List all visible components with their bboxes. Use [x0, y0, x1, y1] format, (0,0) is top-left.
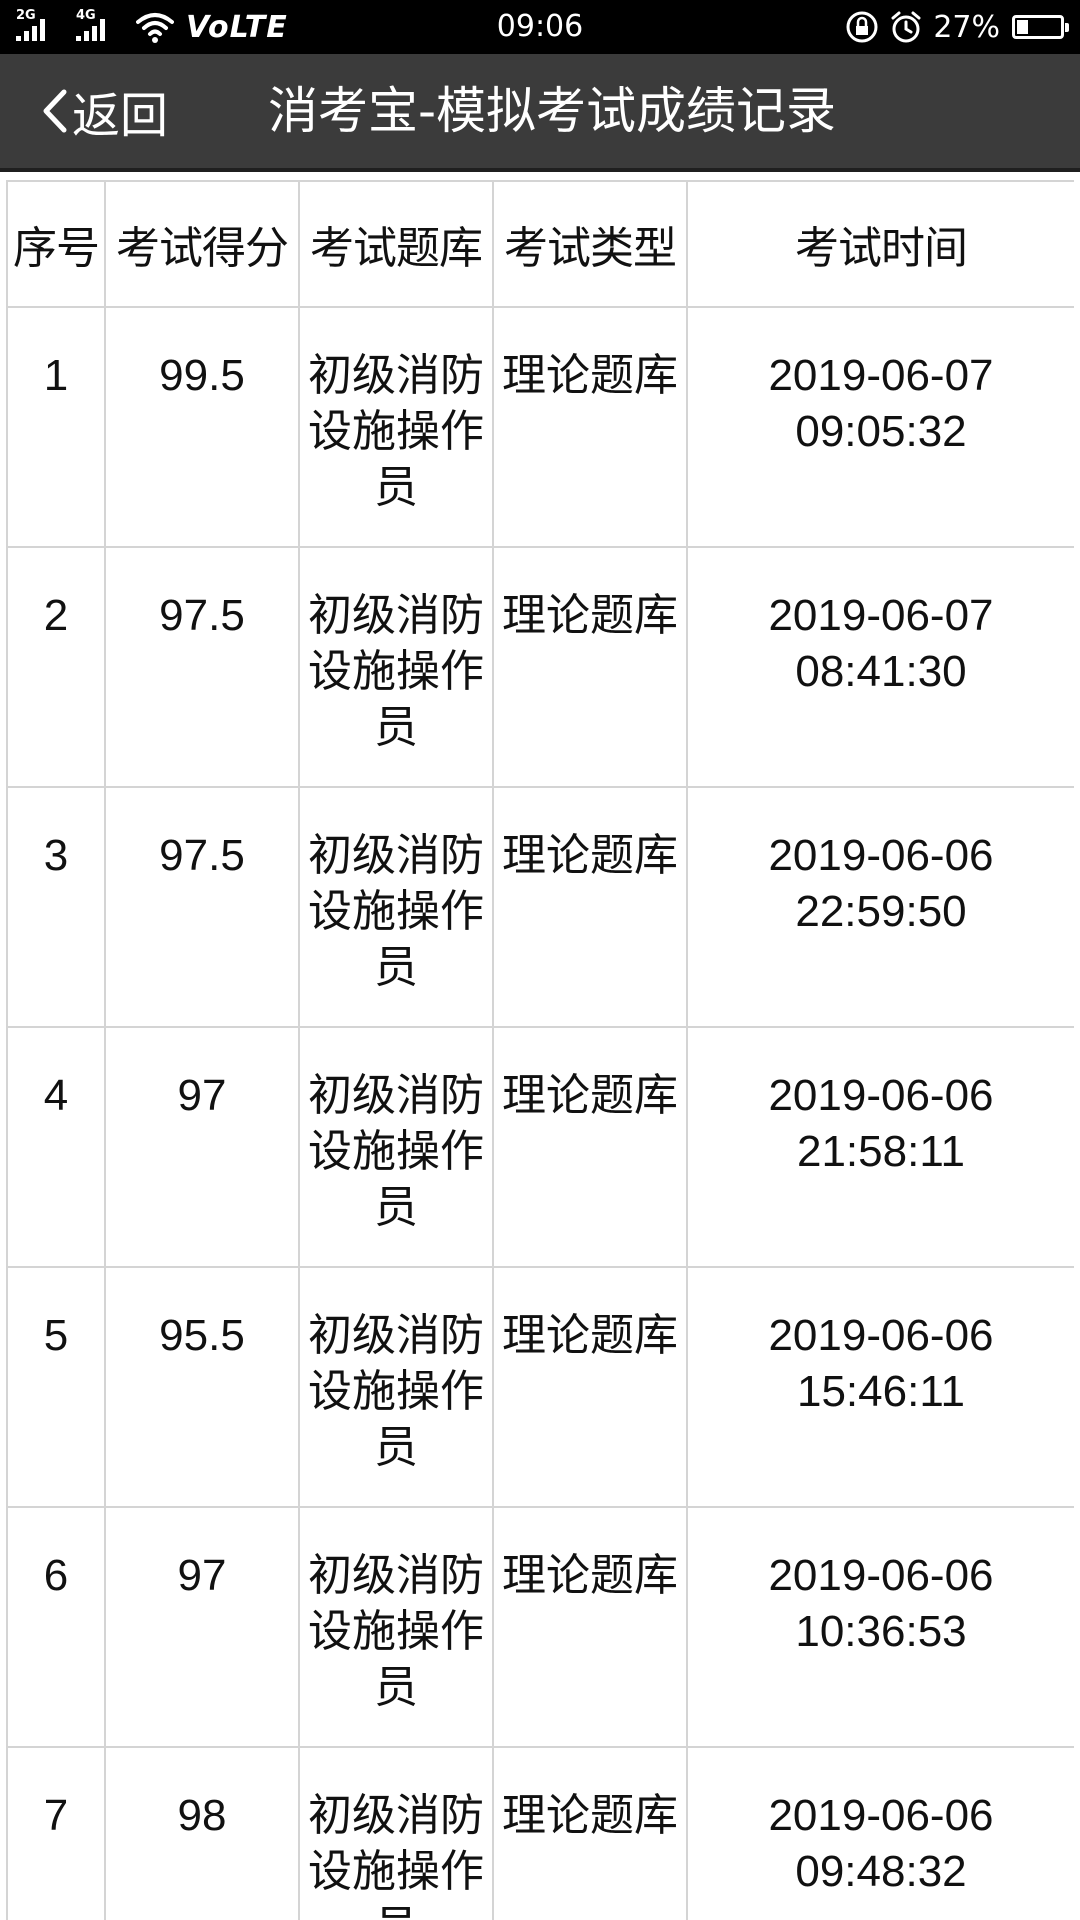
- rotation-lock-icon: [846, 11, 878, 43]
- cell-type: 理论题库: [492, 306, 688, 548]
- cell-time: 2019-06-07 08:41:30: [686, 546, 1074, 788]
- cell-time: 2019-06-06 10:36:53: [686, 1506, 1074, 1748]
- cell-bank: 初级消防设施操作员: [298, 1266, 494, 1508]
- volte-label: VoLTE: [186, 9, 288, 45]
- wifi-icon: [136, 13, 174, 43]
- cell-score: 97.5: [104, 786, 300, 1028]
- cell-score: 98: [104, 1746, 300, 1920]
- cell-time-date: 2019-06-07: [768, 591, 994, 640]
- cell-index: 3: [6, 786, 106, 1028]
- cell-score: 97: [104, 1506, 300, 1748]
- battery-percent: 27%: [933, 9, 1000, 45]
- table-header-row: 序号 考试得分 考试题库 考试类型 考试时间: [6, 180, 1074, 308]
- table-row: 3 97.5 初级消防设施操作员 理论题库 2019-06-06 22:59:50: [6, 786, 1074, 1028]
- cell-bank: 初级消防设施操作员: [298, 546, 494, 788]
- cell-bank: 初级消防设施操作员: [298, 306, 494, 548]
- cell-score: 99.5: [104, 306, 300, 548]
- cell-index: 4: [6, 1026, 106, 1268]
- cell-time-clock: 22:59:50: [795, 887, 967, 936]
- cell-time-date: 2019-06-06: [768, 831, 994, 880]
- cell-time-date: 2019-06-06: [768, 1791, 994, 1840]
- cell-time-date: 2019-06-06: [768, 1071, 994, 1120]
- cell-time-date: 2019-06-06: [768, 1551, 994, 1600]
- header-index: 序号: [6, 180, 106, 308]
- header-time: 考试时间: [686, 180, 1074, 308]
- cell-bank: 初级消防设施操作员: [298, 1506, 494, 1748]
- table-row: 4 97 初级消防设施操作员 理论题库 2019-06-06 21:58:11: [6, 1026, 1074, 1268]
- cell-index: 5: [6, 1266, 106, 1508]
- cell-time-clock: 21:58:11: [796, 1127, 965, 1176]
- cell-time-clock: 08:41:30: [795, 647, 967, 696]
- cell-score: 95.5: [104, 1266, 300, 1508]
- battery-icon: [1012, 15, 1069, 39]
- cell-time: 2019-06-06 15:46:11: [686, 1266, 1074, 1508]
- cell-bank: 初级消防设施操作员: [298, 1746, 494, 1920]
- cell-time-clock: 09:05:32: [795, 407, 967, 456]
- cell-score: 97: [104, 1026, 300, 1268]
- header-type: 考试类型: [492, 180, 688, 308]
- back-button[interactable]: 返回: [40, 54, 168, 168]
- nav-bar: 返回 消考宝-模拟考试成绩记录: [0, 54, 1080, 172]
- cell-time: 2019-06-06 09:48:32: [686, 1746, 1074, 1920]
- header-bank: 考试题库: [298, 180, 494, 308]
- table-row: 798初级消防设施操作员理论题库 2019-06-06 09:48:32: [6, 1746, 1074, 1920]
- cell-time: 2019-06-06 21:58:11: [686, 1026, 1074, 1268]
- sim2-signal-icon: 4G: [74, 7, 126, 47]
- cell-time-clock: 09:48:32: [795, 1847, 967, 1896]
- cell-type: 理论题库: [492, 1746, 688, 1920]
- score-table: 序号 考试得分 考试题库 考试类型 考试时间 1 99.5 初级消防设施操作员 理论题…: [6, 180, 1074, 1920]
- cell-score: 97.5: [104, 546, 300, 788]
- alarm-clock-icon: [891, 11, 921, 43]
- cell-time: 2019-06-06 22:59:50: [686, 786, 1074, 1028]
- cell-type: 理论题库: [492, 546, 688, 788]
- cell-index: 1: [6, 306, 106, 548]
- cell-index: 6: [6, 1506, 106, 1748]
- cell-time-clock: 10:36:53: [795, 1607, 967, 1656]
- cell-index: 2: [6, 546, 106, 788]
- status-right: 27%: [845, 0, 1069, 54]
- chevron-left-icon: [43, 89, 67, 133]
- sim1-signal-icon: 2G: [14, 7, 66, 47]
- back-label: 返回: [72, 88, 169, 144]
- cell-index: 7: [6, 1746, 106, 1920]
- cell-type: 理论题库: [492, 786, 688, 1028]
- cell-bank: 初级消防设施操作员: [298, 786, 494, 1028]
- status-bar: 2G 4G VoLTE 09:06 27%: [0, 0, 1080, 54]
- status-left: 2G 4G VoLTE: [14, 0, 288, 54]
- cell-type: 理论题库: [492, 1266, 688, 1508]
- cell-type: 理论题库: [492, 1506, 688, 1748]
- cell-time: 2019-06-07 09:05:32: [686, 306, 1074, 548]
- cell-bank: 初级消防设施操作员: [298, 1026, 494, 1268]
- header-score: 考试得分: [104, 180, 300, 308]
- table-row: 2 97.5 初级消防设施操作员 理论题库 2019-06-07 08:41:30: [6, 546, 1074, 788]
- table-row: 1 99.5 初级消防设施操作员 理论题库 2019-06-07 09:05:32: [6, 306, 1074, 548]
- cell-type: 理论题库: [492, 1026, 688, 1268]
- page-title: 消考宝-模拟考试成绩记录: [268, 82, 837, 140]
- score-table-container[interactable]: 序号 考试得分 考试题库 考试类型 考试时间 1 99.5 初级消防设施操作员 理论题…: [6, 180, 1074, 1920]
- table-row: 6 97 初级消防设施操作员 理论题库 2019-06-06 10:36:53: [6, 1506, 1074, 1748]
- cell-time-date: 2019-06-07: [768, 351, 994, 400]
- cell-time-clock: 15:46:11: [796, 1367, 965, 1416]
- cell-time-date: 2019-06-06: [768, 1311, 994, 1360]
- table-row: 5 95.5 初级消防设施操作员 理论题库 2019-06-06 15:46:11: [6, 1266, 1074, 1508]
